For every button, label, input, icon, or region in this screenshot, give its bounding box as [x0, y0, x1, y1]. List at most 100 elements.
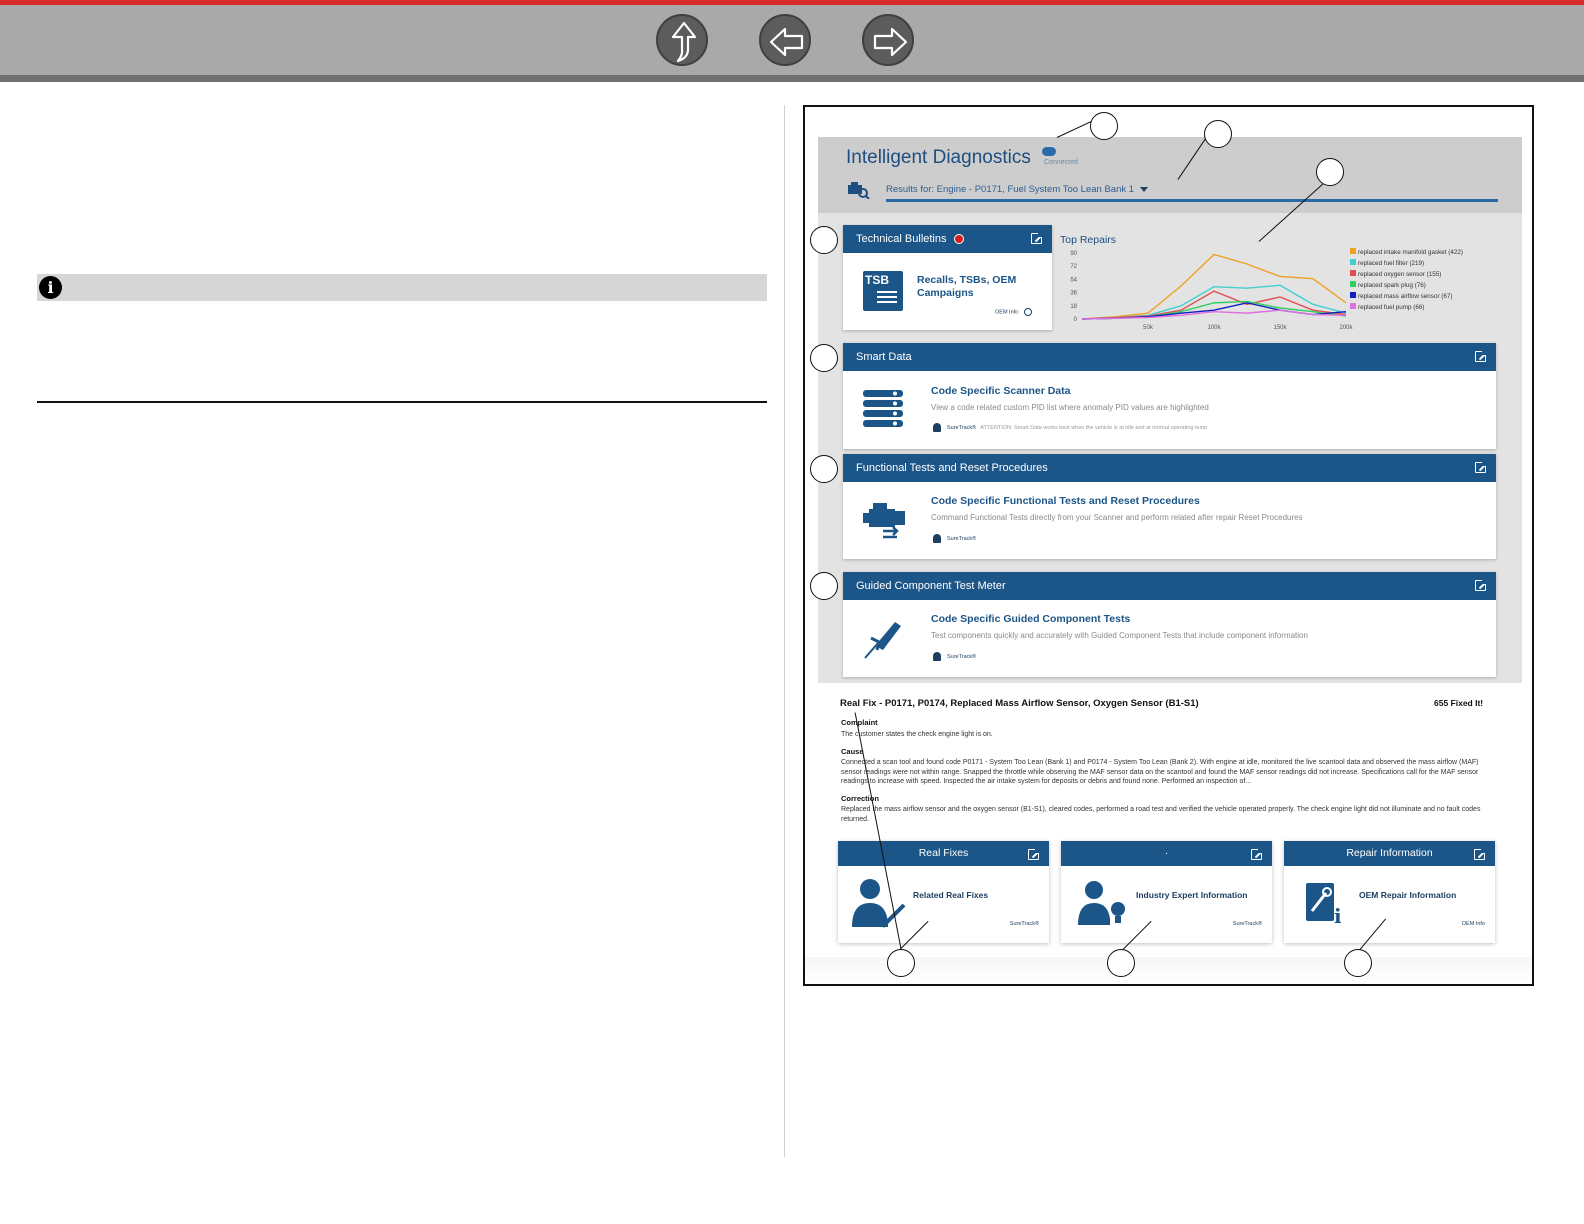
y-tick-label: 36: [1070, 291, 1077, 297]
callout-circle: [1344, 949, 1372, 977]
cause-text: Connected a scan tool and found code P01…: [841, 759, 1479, 785]
tsb-document-icon: TSB: [863, 271, 903, 311]
expand-icon[interactable]: [1475, 461, 1487, 473]
repair-manual-icon: i: [1306, 883, 1342, 925]
repair-information-card[interactable]: Repair Information i OEM Repair Informat…: [1284, 841, 1495, 943]
top-repairs-title: Top Repairs: [1060, 234, 1117, 246]
legend-label: replaced intake manifold gasket (422): [1358, 249, 1463, 256]
suretrack-icon: [933, 423, 941, 432]
functional-tests-heading: Functional Tests and Reset Procedures: [856, 462, 1048, 474]
callout-circle: [810, 226, 838, 254]
oem-repair-label: OEM Repair Information: [1359, 890, 1457, 900]
smart-data-card[interactable]: Smart Data Code Specific Scanner Data Vi…: [843, 343, 1496, 449]
industry-expert-footer: SureTrack®: [1232, 921, 1262, 927]
x-tick-label: 150k: [1273, 325, 1287, 331]
suretrack-icon: [933, 652, 941, 661]
smart-data-footer: SureTrack® ATTENTION: Smart Data works be…: [933, 423, 1207, 432]
left-arrow-icon: [769, 27, 804, 57]
correction-text: Replaced the mass airflow sensor and the…: [841, 806, 1481, 823]
y-tick-label: 18: [1070, 304, 1077, 310]
expand-icon[interactable]: [1474, 848, 1486, 860]
expert-lightbulb-icon: [1078, 881, 1125, 925]
functional-tests-description: Command Functional Tests directly from y…: [931, 513, 1303, 522]
real-fixes-footer: SureTrack®: [1009, 921, 1039, 927]
legend-swatch: [1350, 281, 1356, 287]
guided-component-description: Test components quickly and accurately w…: [931, 631, 1308, 640]
guided-component-header: Guided Component Test Meter: [843, 572, 1496, 600]
legend-swatch: [1350, 248, 1356, 254]
callout-circle: [810, 455, 838, 483]
real-fixes-label: Related Real Fixes: [913, 890, 989, 900]
technical-bulletins-heading: Technical Bulletins: [856, 233, 947, 245]
industry-expert-header: ·: [1061, 841, 1272, 866]
technical-bulletins-header: Technical Bulletins: [843, 225, 1052, 253]
bar-bottom-border: [0, 75, 1584, 82]
y-tick-label: 0: [1074, 317, 1078, 323]
repair-information-footer: OEM Info: [1461, 921, 1485, 927]
oem-info-label: OEM Info: [995, 308, 1032, 316]
technician-check-icon: [852, 879, 906, 928]
functional-tests-footer: SureTrack®: [933, 534, 976, 543]
legend-label: replaced fuel filter (219): [1358, 260, 1424, 267]
test-probe-icon: [864, 622, 901, 659]
oem-info-icon: [1023, 308, 1032, 316]
info-icon: i: [39, 276, 62, 299]
series-line: [1081, 290, 1347, 320]
fixed-it-count: 655 Fixed It!: [1434, 698, 1484, 708]
y-tick-label: 72: [1070, 264, 1077, 270]
technical-bulletins-card[interactable]: Technical Bulletins TSB Recalls, TSBs, O…: [843, 225, 1052, 330]
x-tick-label: 200k: [1339, 325, 1353, 331]
alert-dot-icon: [953, 234, 964, 245]
functional-tests-card[interactable]: Functional Tests and Reset Procedures Co…: [843, 454, 1496, 559]
real-fixes-header: Real Fixes: [838, 841, 1049, 866]
up-arrow-icon: [671, 21, 697, 63]
industry-expert-label: Industry Expert Information: [1136, 890, 1248, 900]
guided-component-title: Code Specific Guided Component Tests: [931, 613, 1131, 625]
expand-icon[interactable]: [1475, 579, 1487, 591]
engine-search-icon: [848, 182, 870, 199]
tsb-badge-text: TSB: [865, 273, 889, 287]
legend-label: replaced mass airflow sensor (67): [1358, 293, 1453, 300]
expand-icon[interactable]: [1475, 350, 1487, 362]
functional-tests-title: Code Specific Functional Tests and Reset…: [931, 495, 1200, 507]
legend-label: replaced spark plug (76): [1358, 282, 1426, 289]
cloud-icon: [1042, 147, 1056, 156]
forward-arrow-button[interactable]: [862, 14, 914, 66]
guided-component-card[interactable]: Guided Component Test Meter Code Specifi…: [843, 572, 1496, 677]
column-divider: [784, 105, 785, 1157]
engine-test-icon: [863, 503, 905, 539]
intelligent-diagnostics-figure: Intelligent Diagnostics Connected Result…: [803, 105, 1534, 986]
smart-data-title: Code Specific Scanner Data: [931, 385, 1071, 397]
real-fixes-card[interactable]: Real Fixes Related Real Fixes SureTrack®: [838, 841, 1049, 943]
x-tick-label: 100k: [1207, 325, 1221, 331]
callout-circle: [1204, 120, 1232, 148]
real-fix-title: Real Fix - P0171, P0174, Replaced Mass A…: [840, 698, 1199, 709]
legend-label: replaced oxygen sensor (155): [1358, 271, 1441, 278]
y-tick-label: 90: [1070, 251, 1077, 257]
up-arrow-button[interactable]: [656, 14, 708, 66]
results-dropdown[interactable]: Results for: Engine - P0171, Fuel System…: [886, 184, 1149, 195]
tsb-title-line2: Campaigns: [917, 287, 974, 299]
back-arrow-button[interactable]: [759, 14, 811, 66]
expand-icon[interactable]: [1031, 232, 1043, 244]
callout-circle: [1316, 158, 1344, 186]
smart-data-heading: Smart Data: [856, 351, 912, 363]
repair-information-header: Repair Information: [1284, 841, 1495, 866]
tsb-title-line1: Recalls, TSBs, OEM: [917, 274, 1017, 286]
caret-down-icon: [1140, 186, 1149, 192]
top-repairs-chart: 0 18 36 54 72 90 50k 100k 150k 200k replaced intak…: [1070, 248, 1463, 331]
legend-swatch: [1350, 292, 1356, 298]
results-text: Results for: Engine - P0171, Fuel System…: [886, 184, 1135, 195]
cause-label: Cause: [841, 747, 864, 756]
callout-circle: [887, 949, 915, 977]
top-navigation-bar: [0, 0, 1584, 82]
callout-circle: [810, 572, 838, 600]
expand-icon[interactable]: [1251, 848, 1263, 860]
y-tick-label: 54: [1070, 277, 1077, 283]
industry-expert-card[interactable]: · Industry Expert Information SureTrack®: [1061, 841, 1272, 943]
results-underline: [886, 199, 1498, 202]
expand-icon[interactable]: [1028, 848, 1040, 860]
note-bottom-rule: [37, 401, 767, 403]
complaint-label: Complaint: [841, 718, 878, 727]
legend-swatch: [1350, 270, 1356, 276]
